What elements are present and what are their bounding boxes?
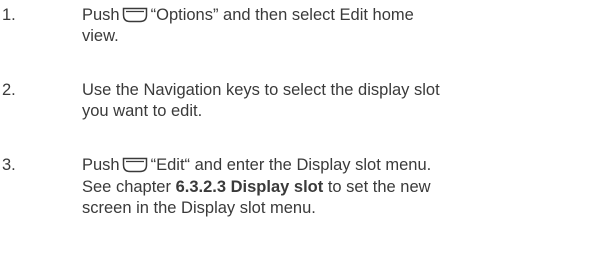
step-text-push: Push — [82, 6, 120, 24]
to-set-text: to set the new — [327, 178, 431, 196]
step-line: screen in the Display slot menu. — [82, 199, 316, 217]
right-softkey-icon — [122, 157, 147, 173]
chapter-reference: 6.3.2.3 Display slot — [175, 178, 324, 196]
step-text: Use the Navigation keys to select the di… — [82, 80, 582, 122]
step-number: 2. — [2, 81, 16, 99]
step-number: 3. — [2, 156, 16, 174]
step-line: you want to edit. — [82, 102, 203, 120]
step-line: view. — [82, 27, 119, 45]
see-chapter-text: See chapter — [82, 178, 171, 196]
step-text: Push “Edit“ and enter the Display slot m… — [82, 155, 582, 219]
step-line: Push “Edit“ and enter the Display slot m… — [82, 155, 582, 176]
step-text-edit: “Edit“ and enter the Display slot menu. — [150, 156, 432, 174]
step-text: Push “Options” and then select Edit home… — [82, 5, 582, 47]
step-text-options: “Options” and then select Edit home — [150, 6, 414, 24]
step-number: 1. — [2, 6, 16, 24]
step-text-push: Push — [82, 156, 120, 174]
step-line: See chapter 6.3.2.3 Display slot to set … — [82, 177, 582, 198]
step-line: Use the Navigation keys to select the di… — [82, 81, 440, 99]
left-softkey-icon — [122, 7, 147, 23]
step-line: Push “Options” and then select Edit home — [82, 5, 582, 26]
